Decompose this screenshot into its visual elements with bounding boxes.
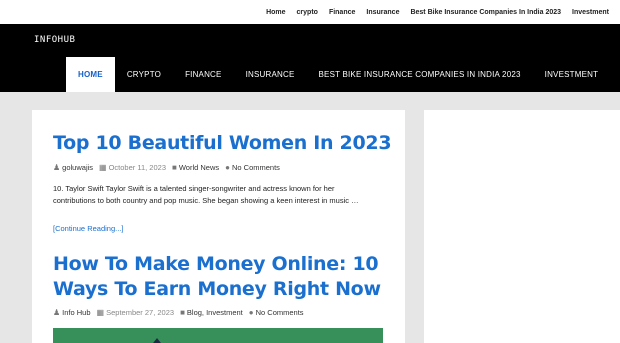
calendar-icon: ▦ [96, 308, 105, 317]
post-meta: ♟ goluwajis ▦ October 11, 2023 ■ World News… [53, 163, 286, 172]
nav-home[interactable]: HOME [66, 57, 115, 92]
top-bar: Home crypto Finance Insurance Best Bike … [0, 0, 620, 24]
post-category[interactable]: Blog, Investment [187, 308, 243, 317]
topnav-crypto[interactable]: crypto [297, 9, 318, 16]
folder-icon: ■ [172, 163, 177, 172]
post-date: October 11, 2023 [108, 163, 166, 172]
comment-icon: ● [225, 163, 230, 172]
post-title[interactable]: How To Make Money Online: 10 Ways To Ear… [53, 252, 403, 302]
sidebar [424, 110, 620, 343]
post-category[interactable]: World News [179, 163, 219, 172]
top-navigation: Home crypto Finance Insurance Best Bike … [266, 0, 620, 24]
user-icon: ♟ [53, 308, 61, 317]
calendar-icon: ▦ [99, 163, 107, 172]
nav-investment[interactable]: INVESTMENT [533, 57, 611, 92]
folder-icon: ■ [180, 308, 185, 317]
thumbnail-graphic [143, 338, 171, 343]
user-icon: ♟ [53, 163, 61, 172]
topnav-best-bike-insurance[interactable]: Best Bike Insurance Companies In India 2… [410, 9, 561, 16]
post-author[interactable]: Info Hub [62, 308, 90, 317]
main-navigation: HOME CRYPTO FINANCE INSURANCE BEST BIKE … [66, 57, 610, 92]
post-author[interactable]: goluwajis [62, 163, 93, 172]
post-thumbnail[interactable] [53, 328, 383, 343]
post-meta: ♟ Info Hub ▦ September 27, 2023 ■ Blog, Inv… [53, 308, 310, 317]
site-header: INFOHUB HOME CRYPTO FINANCE INSURANCE BE… [0, 24, 620, 92]
topnav-home[interactable]: Home [266, 9, 285, 16]
nav-insurance[interactable]: INSURANCE [234, 57, 307, 92]
main-content: Top 10 Beautiful Women In 2023 ♟ goluwaji… [32, 110, 405, 343]
post-date: September 27, 2023 [106, 308, 175, 317]
post-title[interactable]: Top 10 Beautiful Women In 2023 [53, 131, 403, 156]
post-comments[interactable]: No Comments [232, 163, 280, 172]
post-comments[interactable]: No Comments [256, 308, 304, 317]
topnav-insurance[interactable]: Insurance [366, 9, 399, 16]
post-excerpt: 10. Taylor Swift Taylor Swift is a talen… [53, 184, 359, 205]
site-logo[interactable]: INFOHUB [34, 35, 75, 45]
continue-reading-link[interactable]: [Continue Reading...] [53, 224, 123, 233]
topnav-finance[interactable]: Finance [329, 9, 355, 16]
nav-best-bike-insurance[interactable]: BEST BIKE INSURANCE COMPANIES IN INDIA 2… [307, 57, 533, 92]
comment-icon: ● [248, 308, 254, 317]
topnav-investment[interactable]: Investment [572, 9, 609, 16]
nav-crypto[interactable]: CRYPTO [115, 57, 173, 92]
nav-finance[interactable]: FINANCE [173, 57, 234, 92]
